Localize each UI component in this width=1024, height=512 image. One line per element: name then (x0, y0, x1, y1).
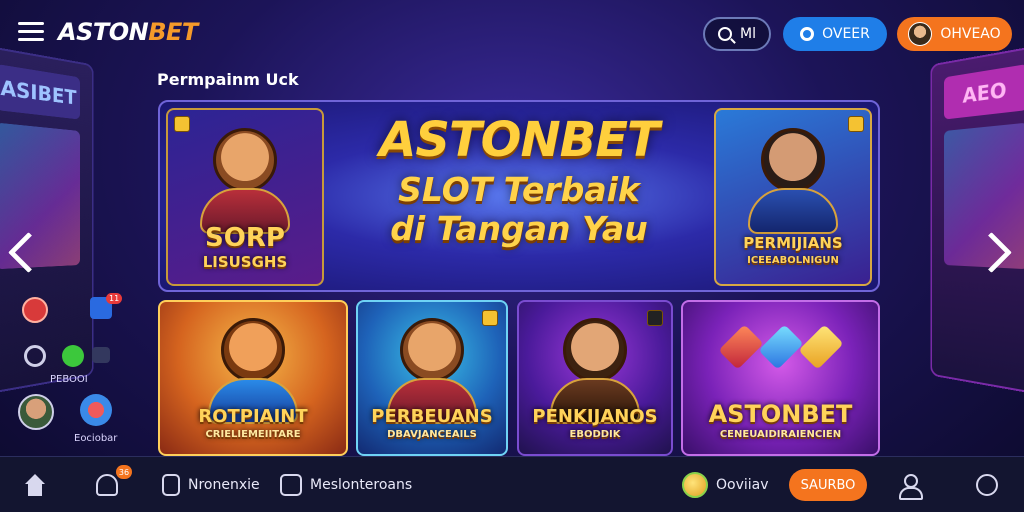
login-button[interactable]: OHVEAO (897, 17, 1012, 51)
hero-line-3: di Tangan Yau (390, 209, 648, 248)
profile-avatar[interactable] (18, 394, 54, 430)
nav-item-1-label: Nronenxie (188, 477, 260, 493)
game-card-1-subtitle: CRIELIEMEIITARE (205, 429, 301, 440)
promo-badge: 36 (116, 465, 132, 479)
nav-account[interactable] (898, 457, 923, 512)
coin-icon (174, 116, 190, 132)
nav-home[interactable] (24, 457, 46, 512)
side-label-1: PEBOOI (50, 374, 88, 385)
hero-banner[interactable]: SORP LISUSGHS ASTONBET SLOT Terbaik di T… (158, 100, 880, 292)
pirate-character-icon (748, 128, 838, 238)
arcade-cabinet-right: AEO (930, 44, 1024, 396)
game-card-4-subtitle: CENEUAIDIRAIENCIEN (719, 429, 842, 440)
video-icon[interactable] (92, 347, 110, 363)
user-icon (898, 474, 923, 500)
coin-icon (682, 472, 708, 498)
nav-coin[interactable]: Ooviiav (682, 457, 769, 512)
menu-icon[interactable] (18, 22, 44, 42)
game-card-3-title-text: PENKIJANOS (532, 406, 658, 427)
headset-icon[interactable] (24, 345, 46, 367)
brand-logo[interactable]: ASTONBET (58, 18, 198, 46)
phone-icon (162, 474, 180, 496)
game-card-4[interactable]: ASTONBET CENEUAIDIRAIENCIEN (681, 300, 880, 456)
notification-badge: 11 (106, 293, 123, 304)
hero-card-right[interactable]: PERMIJIANS ICEEABOLNIGUN (714, 108, 872, 286)
hero-card-left[interactable]: SORP LISUSGHS (166, 108, 324, 286)
logo-text-accent: BET (148, 18, 198, 46)
logo-text-primary: ASTON (58, 18, 149, 46)
top-header: ASTONBET Ml OVEER OHVEAO (0, 0, 1024, 68)
nav-coin-label: Ooviiav (716, 477, 769, 493)
nav-item-2-label: Meslonteroans (310, 477, 413, 493)
diamond-icon (482, 310, 498, 326)
whatsapp-icon[interactable] (62, 345, 84, 367)
hero-line-1: ASTONBET (379, 112, 660, 168)
wolf-character-icon (200, 128, 290, 238)
game-card-3-subtitle: EBODDIK (569, 429, 621, 440)
gems-icon (717, 324, 844, 370)
game-card-2[interactable]: PERBEUANS DBAVJANCEAILS (356, 300, 508, 456)
game-card-4-title-text: ASTONBET (708, 400, 853, 428)
game-card-2-title-text: PERBEUANS (371, 406, 493, 427)
register-button-label: OVEER (822, 26, 870, 42)
hero-line-2: SLOT Terbaik (398, 170, 640, 209)
game-card-1[interactable]: ROTPIAINT CRIELIEMEIITARE (158, 300, 348, 456)
side-label-2: Eociobar (74, 433, 118, 444)
ring-icon (800, 27, 815, 41)
hero-card-left-subtitle: LISUSGHS (202, 253, 288, 271)
game-card-3[interactable]: PENKIJANOS EBODDIK (517, 300, 673, 456)
login-button-label: OHVEAO (940, 26, 1001, 42)
hero-card-right-subtitle: ICEEABOLNIGUN (747, 255, 839, 266)
game-card-2-subtitle: DBAVJANCEAILS (387, 429, 477, 440)
section-title: Permpainm Uck (157, 70, 299, 89)
game-card-1-title: ROTPIAINT CRIELIEMEIITARE (160, 408, 346, 444)
nav-item-2[interactable]: Meslonteroans (280, 457, 412, 512)
search-button-label: Ml (740, 26, 756, 42)
avatar (908, 22, 933, 46)
hero-headline: ASTONBET SLOT Terbaik di Tangan Yau (332, 112, 706, 248)
chat-icon[interactable] (22, 297, 48, 323)
hero-card-right-title-text: PERMIJIANS (743, 234, 843, 252)
register-button[interactable]: OVEER (783, 17, 887, 51)
diamond-icon (848, 116, 864, 132)
hero-card-left-title-text: SORP (205, 223, 285, 253)
cta-button[interactable]: SAURBO (789, 469, 867, 501)
home-icon (24, 474, 46, 496)
game-card-1-title-text: ROTPIAINT (198, 406, 308, 427)
support-icon (976, 474, 998, 496)
arcade-marquee-right: AEO (943, 63, 1024, 120)
image-icon (280, 474, 302, 496)
search-icon (718, 27, 733, 41)
arcade-cabinet-left: ASIBET (0, 44, 94, 396)
search-button[interactable]: Ml (703, 17, 771, 51)
game-card-4-title: ASTONBET CENEUAIDIRAIENCIEN (683, 402, 878, 444)
nav-promo[interactable] (96, 457, 118, 512)
bottom-nav: 36 Nronenxie Meslonteroans Ooviiav SAURB… (0, 456, 1024, 512)
game-card-2-title: PERBEUANS DBAVJANCEAILS (358, 408, 506, 444)
nav-item-1[interactable]: Nronenxie (162, 457, 260, 512)
hero-card-right-title: PERMIJIANS ICEEABOLNIGUN (716, 234, 870, 270)
nav-cta[interactable]: SAURBO (789, 457, 867, 512)
bonus-wheel-icon[interactable] (80, 394, 112, 426)
nav-support[interactable] (976, 457, 998, 512)
arcade-marquee-left: ASIBET (0, 63, 81, 120)
gift-icon (96, 474, 118, 496)
carousel-prev-arrow-icon[interactable] (6, 228, 32, 272)
diamond-icon (647, 310, 663, 326)
game-card-3-title: PENKIJANOS EBODDIK (519, 408, 671, 444)
carousel-next-arrow-icon[interactable] (988, 228, 1014, 272)
hero-card-left-title: SORP LISUSGHS (168, 223, 322, 274)
